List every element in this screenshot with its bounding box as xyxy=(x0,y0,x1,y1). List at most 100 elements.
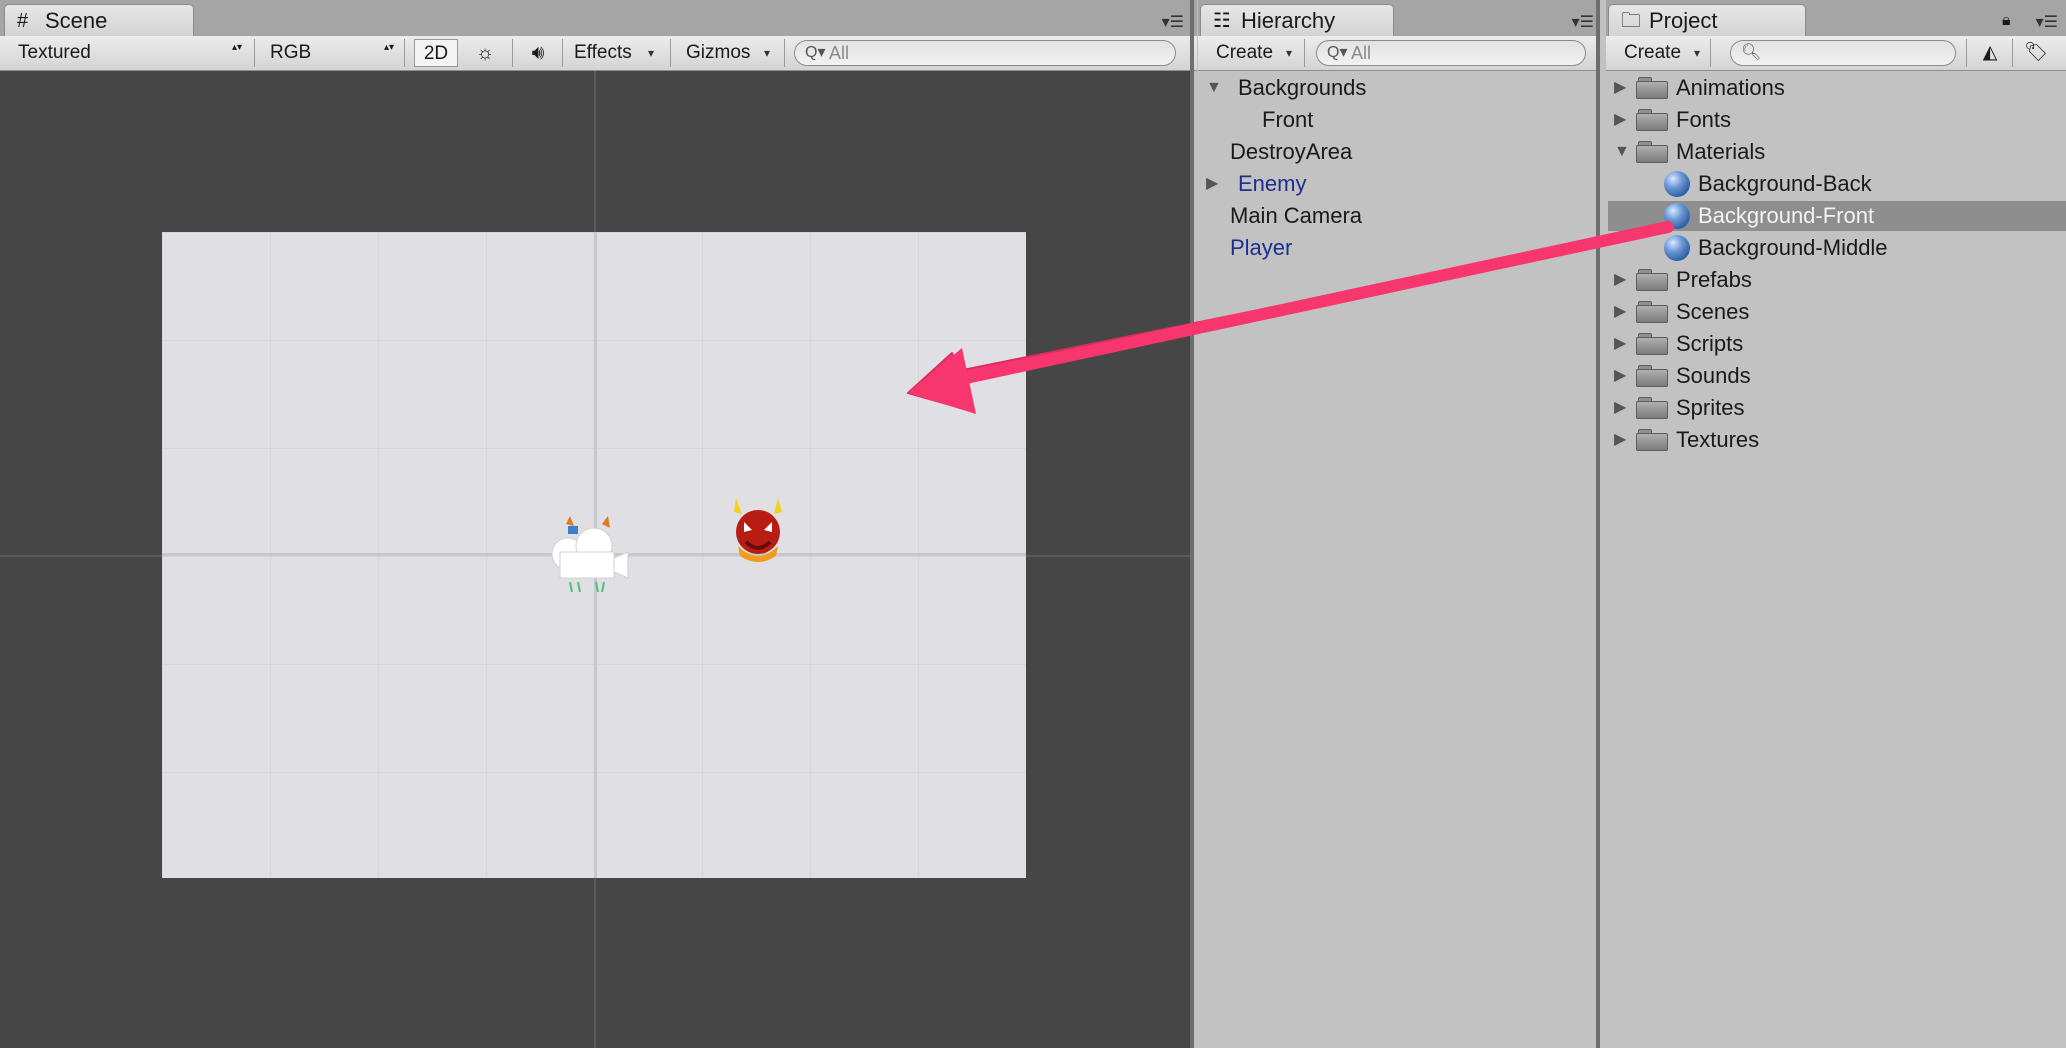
toggle-2d-button[interactable]: 2D xyxy=(414,39,458,67)
lighting-toggle-button[interactable]: ☼ xyxy=(462,39,508,67)
lock-icon[interactable]: 🔒︎ xyxy=(2002,12,2011,30)
folder-icon xyxy=(1636,397,1668,419)
item-label: Materials xyxy=(1676,139,1766,164)
item-label: Scripts xyxy=(1676,331,1744,356)
triangle-right-icon[interactable]: ▶ xyxy=(1614,265,1626,295)
gizmos-button[interactable]: Gizmos ▾ xyxy=(678,39,778,67)
effects-label: Effects xyxy=(574,42,632,63)
triangle-right-icon[interactable]: ▶ xyxy=(1614,425,1626,455)
folder-icon xyxy=(1636,269,1668,291)
tab-scene-label: Scene xyxy=(45,8,108,33)
folder-icon xyxy=(1636,365,1668,387)
material-sphere-icon xyxy=(1664,171,1690,197)
grid-icon: # xyxy=(17,10,29,32)
triangle-down-icon[interactable]: ▼ xyxy=(1206,73,1222,103)
render-mode-value: Textured xyxy=(18,42,91,63)
folder-icon xyxy=(1636,141,1668,163)
audio-toggle-button[interactable]: 🔊︎ xyxy=(516,39,560,67)
search-icon: 🔍︎ xyxy=(1741,44,1762,61)
hierarchy-search-placeholder: All xyxy=(1351,43,1372,63)
scene-search-input[interactable]: Q▾ All xyxy=(794,40,1176,66)
hierarchy-item-player[interactable]: Player xyxy=(1230,233,1292,263)
folder-icon xyxy=(1636,301,1668,323)
hierarchy-panel: ☷ Hierarchy ▾☰ Create ▾ Q▾ All ▼ Backgrou… xyxy=(1198,0,1600,1048)
hierarchy-item-main-camera[interactable]: Main Camera xyxy=(1230,201,1362,231)
item-label: Front xyxy=(1262,107,1314,132)
chevron-down-icon: ▾ xyxy=(648,46,655,60)
gizmos-label: Gizmos xyxy=(686,42,751,63)
triangle-down-icon[interactable]: ▼ xyxy=(1614,137,1630,167)
enemy-sprite[interactable] xyxy=(728,496,788,566)
item-label: Main Camera xyxy=(1230,203,1363,228)
project-create-button[interactable]: Create ▾ xyxy=(1616,39,1706,67)
speaker-icon: 🔊︎ xyxy=(531,42,545,64)
item-label: Scenes xyxy=(1676,299,1750,324)
project-toolbar: Create ▾ 🔍︎ ◭ 🏷︎ xyxy=(1606,36,2066,71)
item-label: Backgrounds xyxy=(1238,75,1367,100)
hierarchy-tabbar: ☷ Hierarchy ▾☰ xyxy=(1198,0,1600,37)
search-icon: Q▾ xyxy=(1327,44,1348,61)
chevron-down-icon: ▾ xyxy=(1286,46,1293,60)
scene-toolbar: Textured RGB 2D ☼ 🔊︎ Effects ▾ Gizmos ▾ Q▾… xyxy=(0,36,1197,71)
chevron-down-icon: ▾ xyxy=(1694,46,1701,60)
tab-hierarchy-label: Hierarchy xyxy=(1241,8,1336,33)
panel-menu-icon[interactable]: ▾☰ xyxy=(2024,14,2058,32)
material-sphere-icon xyxy=(1664,235,1690,261)
hierarchy-item-front[interactable]: Front xyxy=(1262,105,1313,135)
item-label: Animations xyxy=(1676,75,1785,100)
color-mode-dropdown[interactable]: RGB xyxy=(262,39,398,67)
shapes-icon: ◭ xyxy=(1982,42,1998,63)
triangle-right-icon[interactable]: ▶ xyxy=(1614,297,1626,327)
item-label: Background-Front xyxy=(1698,203,1875,228)
panel-menu-icon[interactable]: ▾☰ xyxy=(1560,14,1594,32)
hierarchy-search-input[interactable]: Q▾ All xyxy=(1316,40,1586,66)
tab-hierarchy[interactable]: ☷ Hierarchy xyxy=(1200,4,1394,36)
folder-icon xyxy=(1636,109,1668,131)
folder-icon xyxy=(1636,333,1668,355)
project-panel: 🗀︎ Project 🔒︎ ▾☰ Create ▾ 🔍︎ ◭ 🏷︎ ▶ Anima… xyxy=(1606,0,2066,1048)
panel-menu-icon[interactable]: ▾☰ xyxy=(1150,14,1184,32)
render-mode-dropdown[interactable]: Textured xyxy=(10,39,246,67)
item-label: Prefabs xyxy=(1676,267,1752,292)
triangle-right-icon[interactable]: ▶ xyxy=(1614,393,1626,423)
filter-by-label-button[interactable]: 🏷︎ xyxy=(2016,39,2056,67)
search-icon: Q▾ xyxy=(805,44,826,61)
project-tabbar: 🗀︎ Project 🔒︎ ▾☰ xyxy=(1606,0,2066,37)
scene-viewport[interactable] xyxy=(0,71,1190,1048)
item-label: Background-Back xyxy=(1698,171,1872,196)
folder-icon: 🗀︎ xyxy=(1621,10,1641,32)
create-label: Create xyxy=(1624,42,1682,63)
triangle-right-icon[interactable]: ▶ xyxy=(1614,329,1626,359)
toggle-2d-label: 2D xyxy=(423,43,449,64)
player-camera-gizmo[interactable] xyxy=(544,512,644,602)
material-sphere-icon xyxy=(1664,203,1690,229)
triangle-right-icon[interactable]: ▶ xyxy=(1206,169,1218,199)
tab-project[interactable]: 🗀︎ Project xyxy=(1608,4,1806,36)
project-search-input[interactable]: 🔍︎ xyxy=(1730,40,1956,66)
item-label: Sprites xyxy=(1676,395,1745,420)
item-label: DestroyArea xyxy=(1230,139,1353,164)
hierarchy-create-button[interactable]: Create ▾ xyxy=(1208,39,1300,67)
effects-button[interactable]: Effects ▾ xyxy=(566,39,662,67)
item-label: Background-Middle xyxy=(1698,235,1888,260)
chevron-down-icon: ▾ xyxy=(764,46,771,60)
folder-icon xyxy=(1636,77,1668,99)
sun-icon: ☼ xyxy=(475,42,495,64)
tab-project-label: Project xyxy=(1649,8,1718,33)
hierarchy-item-destroyarea[interactable]: DestroyArea xyxy=(1230,137,1352,167)
item-label: Player xyxy=(1230,235,1293,260)
item-label: Fonts xyxy=(1676,107,1732,132)
scene-tabbar: # Scene ▾☰ xyxy=(0,0,1197,37)
scene-search-placeholder: All xyxy=(829,43,850,63)
item-label: Textures xyxy=(1676,427,1760,452)
triangle-right-icon[interactable]: ▶ xyxy=(1614,105,1626,135)
filter-by-type-button[interactable]: ◭ xyxy=(1970,39,2010,67)
hierarchy-toolbar: Create ▾ Q▾ All xyxy=(1198,36,1600,71)
triangle-right-icon[interactable]: ▶ xyxy=(1614,73,1626,103)
triangle-right-icon[interactable]: ▶ xyxy=(1614,361,1626,391)
list-icon: ☷ xyxy=(1213,10,1231,32)
tab-scene[interactable]: # Scene xyxy=(4,4,194,36)
tag-icon: 🏷︎ xyxy=(2023,42,2049,63)
color-mode-value: RGB xyxy=(270,42,312,63)
folder-icon xyxy=(1636,429,1668,451)
